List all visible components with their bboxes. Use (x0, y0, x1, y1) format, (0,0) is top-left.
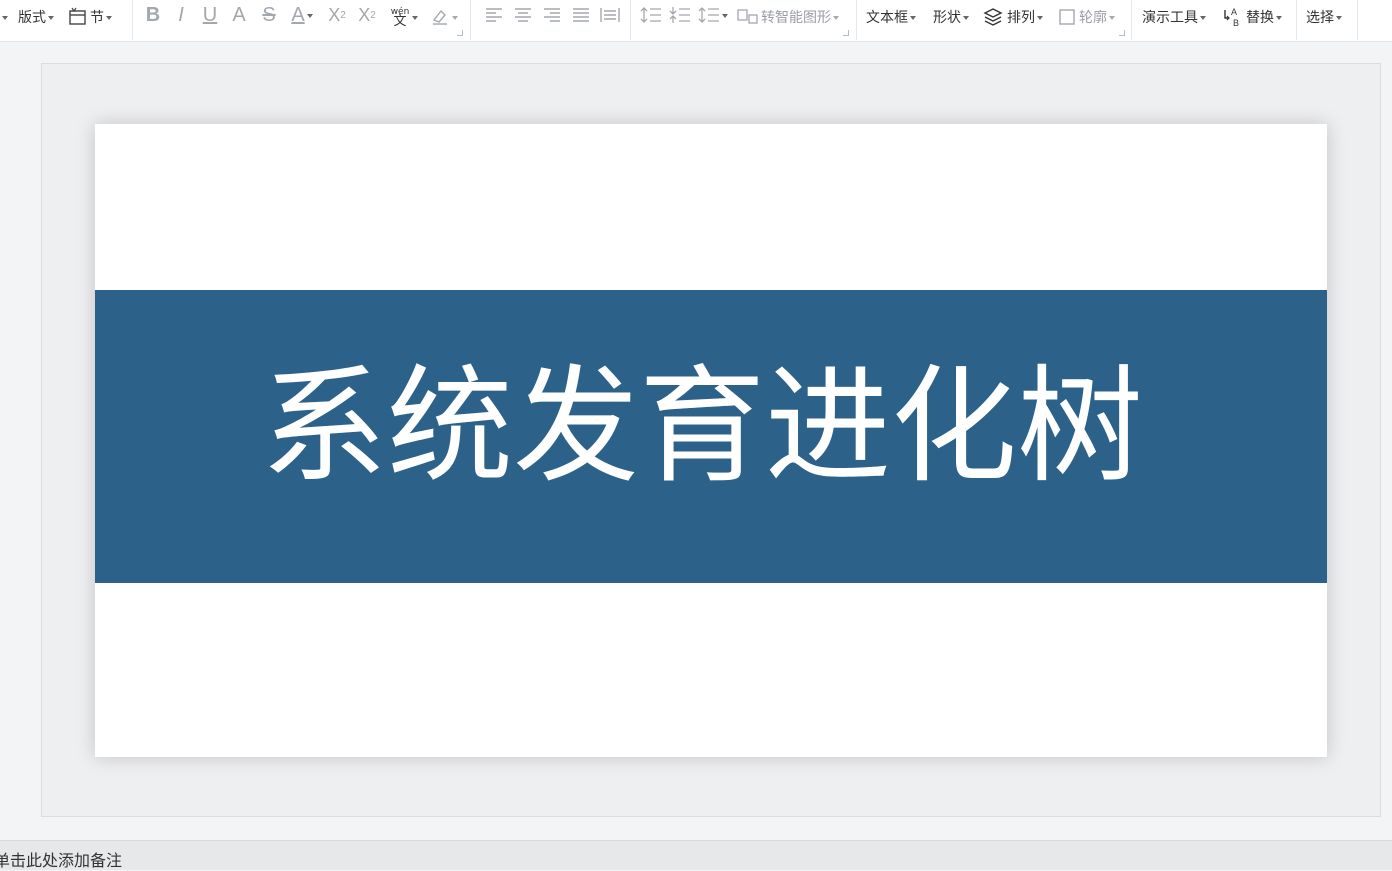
arrange-dropdown[interactable]: 排列 (983, 2, 1043, 32)
smartart-label: 转智能图形 (761, 10, 831, 26)
shape-label: 形状 (933, 10, 961, 26)
underline-icon[interactable]: U (199, 2, 221, 28)
line-spacing-icon[interactable] (639, 2, 663, 28)
subscript-icon[interactable]: X2 (354, 2, 380, 28)
shape-dropdown[interactable]: 形状 (933, 2, 969, 32)
spacing-options-dropdown[interactable] (696, 2, 730, 28)
textbox-dropdown[interactable]: 文本框 (866, 2, 916, 32)
drawing-dialog-launcher[interactable] (1119, 30, 1125, 36)
presentation-tools-dropdown[interactable]: 演示工具 (1142, 2, 1206, 32)
prev-dropdown-caret[interactable] (0, 2, 8, 32)
select-label: 选择 (1306, 10, 1334, 26)
arrange-label: 排列 (1007, 10, 1035, 26)
align-center-icon[interactable] (512, 2, 534, 28)
justify-icon[interactable] (570, 2, 592, 28)
font-color-icon[interactable]: A (287, 2, 317, 28)
paragraph-dialog-launcher[interactable] (843, 30, 849, 36)
eraser-icon (430, 7, 450, 27)
notes-pane[interactable]: 单击此处添加备注 (0, 840, 1392, 870)
layout-label: 版式 (18, 10, 46, 26)
outline-icon (1057, 7, 1077, 27)
layout-dropdown[interactable]: 版式 (18, 2, 54, 32)
clear-format-dropdown[interactable] (430, 2, 458, 32)
separator (1357, 0, 1358, 40)
textbox-label: 文本框 (866, 10, 908, 26)
replace-label: 替换 (1246, 10, 1274, 26)
replace-icon: AB (1222, 6, 1244, 28)
svg-text:B: B (1233, 18, 1239, 28)
presentation-tools-label: 演示工具 (1142, 10, 1198, 26)
phonetic-guide-icon: wén 文 (390, 7, 410, 29)
outline-label: 轮廓 (1079, 10, 1107, 26)
notes-placeholder[interactable]: 单击此处添加备注 (0, 847, 122, 871)
superscript-icon[interactable]: X2 (324, 2, 350, 28)
separator (1131, 0, 1132, 40)
section-icon (68, 7, 88, 27)
select-dropdown[interactable]: 选择 (1306, 2, 1342, 32)
separator (630, 0, 631, 40)
layers-icon (983, 7, 1003, 27)
separator (1296, 0, 1297, 40)
replace-dropdown[interactable]: AB 替换 (1222, 2, 1282, 32)
section-label: 节 (90, 10, 104, 26)
smartart-dropdown[interactable]: 转智能图形 (737, 2, 839, 32)
text-shadow-icon[interactable]: A (228, 2, 250, 28)
svg-text:A: A (1231, 7, 1237, 17)
paragraph-spacing-icon[interactable] (668, 2, 692, 28)
italic-icon[interactable]: I (171, 2, 191, 28)
phonetic-guide-dropdown[interactable]: wén 文 (390, 2, 418, 32)
separator (470, 0, 471, 40)
align-right-icon[interactable] (541, 2, 563, 28)
outline-dropdown[interactable]: 轮廓 (1057, 2, 1115, 32)
ribbon-toolbar: 版式 节 B I U A S A X2 X2 wén 文 转智能图形 文本框 形… (0, 0, 1392, 42)
strikethrough-icon[interactable]: S (258, 2, 280, 28)
smartart-icon (737, 7, 759, 27)
bold-icon[interactable]: B (143, 2, 163, 28)
separator (856, 0, 857, 40)
distribute-icon[interactable] (599, 2, 621, 28)
separator (132, 0, 133, 40)
section-dropdown[interactable]: 节 (68, 2, 112, 32)
current-slide[interactable]: 系统发育进化树 (95, 124, 1327, 757)
align-left-icon[interactable] (483, 2, 505, 28)
slide-title[interactable]: 系统发育进化树 (261, 352, 1221, 502)
font-dialog-launcher[interactable] (457, 30, 463, 36)
